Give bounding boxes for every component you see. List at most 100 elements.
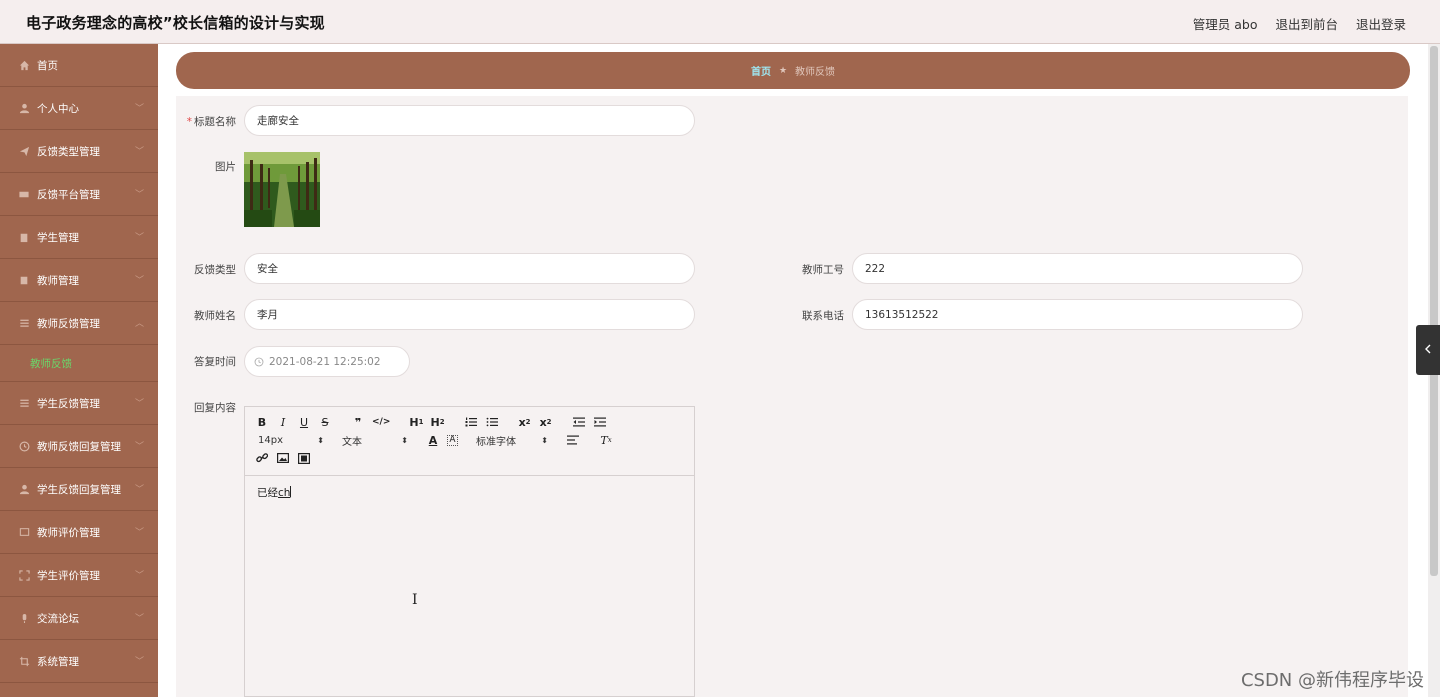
teacher-no-input[interactable]: 222 [852, 253, 1303, 284]
sidebar-item-label: 学生评价管理 [37, 569, 100, 582]
phone-value: 13613512522 [865, 308, 939, 321]
sidebar-item-system-mgmt[interactable]: 系统管理 ﹀ [0, 640, 158, 683]
logout-link[interactable]: 退出登录 [1356, 14, 1406, 33]
sidebar-item-label: 反馈平台管理 [37, 188, 100, 201]
feedback-type-value: 安全 [257, 263, 278, 275]
sidebar-item-student-feedback-mgmt[interactable]: 学生反馈管理 ﹀ [0, 382, 158, 425]
reply-time-picker[interactable]: 2021-08-21 12:25:02 [244, 346, 410, 377]
image-label: 图片 [215, 161, 236, 173]
sidebar-item-forum[interactable]: 交流论坛 ﹀ [0, 597, 158, 640]
select-arrows-icon: ⬍ [317, 435, 324, 445]
select-arrows-icon: ⬍ [401, 435, 408, 445]
chevron-left-icon [1424, 344, 1432, 357]
sidebar-item-student-reply-mgmt[interactable]: 学生反馈回复管理 ﹀ [0, 468, 158, 511]
breadcrumb: 首页 ★ 教师反馈 [176, 52, 1410, 89]
link-icon[interactable] [255, 450, 269, 466]
sidebar-item-teacher-reply-mgmt[interactable]: 教师反馈回复管理 ﹀ [0, 425, 158, 468]
chevron-down-icon: ﹀ [134, 657, 144, 667]
blockquote-button[interactable]: ❞ [351, 414, 365, 430]
chevron-down-icon: ﹀ [134, 528, 144, 538]
clock-icon [18, 440, 30, 452]
sidebar-item-student-mgmt[interactable]: 学生管理 ﹀ [0, 216, 158, 259]
feedback-image[interactable] [244, 152, 320, 227]
align-left-icon[interactable] [566, 432, 580, 448]
font-size-select[interactable]: 14px ⬍ [258, 435, 324, 446]
feedback-type-input[interactable]: 安全 [244, 253, 695, 284]
heading1-button[interactable]: H1 [409, 414, 423, 430]
sidebar-item-label: 教师反馈管理 [37, 317, 100, 330]
text-style-select[interactable]: 文本 ⬍ [342, 433, 408, 448]
scrollbar-thumb[interactable] [1430, 46, 1438, 576]
outdent-icon[interactable] [572, 414, 586, 430]
sidebar-item-teacher-feedback-mgmt[interactable]: 教师反馈管理 ︿ [0, 302, 158, 345]
phone-input[interactable]: 13613512522 [852, 299, 1303, 330]
watermark: CSDN @新伟程序毕设 [1240, 670, 1424, 691]
sidebar-item-label: 个人中心 [37, 102, 79, 115]
sidebar-item-label: 交流论坛 [37, 612, 79, 625]
teacher-no-label: 教师工号 [802, 264, 844, 276]
crop-icon [18, 655, 30, 667]
sidebar-item-label: 教师管理 [37, 274, 79, 287]
code-block-button[interactable]: </> [372, 414, 390, 430]
sidebar-item-personal-center[interactable]: 个人中心 ﹀ [0, 87, 158, 130]
chevron-down-icon: ﹀ [134, 485, 144, 495]
sidebar-item-feedback-type[interactable]: 反馈类型管理 ﹀ [0, 130, 158, 173]
sidebar-subitem-teacher-feedback[interactable]: 教师反馈 [0, 345, 158, 382]
ordered-list-icon[interactable] [464, 414, 478, 430]
indent-icon[interactable] [593, 414, 607, 430]
font-family-value: 标准字体 [476, 436, 516, 448]
phone-label: 联系电话 [802, 310, 844, 322]
sidebar-item-feedback-platform[interactable]: 反馈平台管理 ﹀ [0, 173, 158, 216]
breadcrumb-home[interactable]: 首页 [751, 63, 771, 78]
clear-format-button[interactable]: Tx [599, 432, 613, 448]
sidebar-item-label: 教师反馈回复管理 [37, 440, 121, 453]
chevron-down-icon: ﹀ [134, 190, 144, 200]
chevron-down-icon: ﹀ [134, 104, 144, 114]
superscript-button[interactable]: x2 [539, 414, 553, 430]
admin-user-link[interactable]: 管理员 abo [1193, 14, 1258, 33]
sidebar-item-teacher-eval-mgmt[interactable]: 教师评价管理 ﹀ [0, 511, 158, 554]
strike-button[interactable]: S [318, 414, 332, 430]
text-cursor-icon: I [412, 592, 418, 608]
italic-button[interactable]: I [276, 414, 290, 430]
top-bar: 电子政务理念的高校”校长信箱的设计与实现 管理员 abo 退出到前台 退出登录 [0, 0, 1440, 44]
sidebar: 首页 个人中心 ﹀ 反馈类型管理 ﹀ 反馈平台管理 ﹀ 学生管理 ﹀ 教师管理 … [0, 44, 158, 697]
bold-button[interactable]: B [255, 414, 269, 430]
video-icon[interactable] [297, 450, 311, 466]
side-panel-toggle[interactable] [1416, 325, 1440, 375]
chevron-down-icon: ﹀ [134, 147, 144, 157]
teacher-name-input[interactable]: 李月 [244, 299, 695, 330]
feedback-type-label: 反馈类型 [194, 264, 236, 276]
underline-button[interactable]: U [297, 414, 311, 430]
book-icon [18, 274, 30, 286]
top-links: 管理员 abo 退出到前台 退出登录 [1193, 14, 1406, 33]
teacher-name-label: 教师姓名 [194, 310, 236, 322]
sidebar-item-student-eval-mgmt[interactable]: 学生评价管理 ﹀ [0, 554, 158, 597]
editor-text: 已经 [257, 487, 278, 499]
home-icon [18, 59, 30, 71]
exit-to-front-link[interactable]: 退出到前台 [1275, 14, 1338, 33]
bullet-list-icon[interactable] [485, 414, 499, 430]
clock-icon [254, 357, 264, 367]
text-style-value: 文本 [342, 436, 362, 448]
heading2-button[interactable]: H2 [430, 414, 444, 430]
editor-content[interactable]: 已经ch [245, 476, 694, 509]
sidebar-item-label: 首页 [37, 59, 58, 72]
chevron-down-icon: ﹀ [134, 442, 144, 452]
font-color-button[interactable]: A [426, 432, 440, 448]
image-icon[interactable] [276, 450, 290, 466]
sidebar-item-home[interactable]: 首页 [0, 44, 158, 87]
title-input[interactable]: 走廊安全 [244, 105, 695, 136]
user-icon [18, 102, 30, 114]
sidebar-item-teacher-mgmt[interactable]: 教师管理 ﹀ [0, 259, 158, 302]
sidebar-item-label: 学生管理 [37, 231, 79, 244]
font-family-select[interactable]: 标准字体 ⬍ [476, 433, 548, 448]
title-label: * 标题名称 [176, 114, 236, 129]
star-separator-icon: ★ [778, 65, 788, 76]
background-color-button[interactable]: A [447, 434, 458, 446]
clipboard-icon [18, 231, 30, 243]
ticket-icon [18, 188, 30, 200]
required-asterisk: * [186, 116, 192, 128]
subscript-button[interactable]: x2 [518, 414, 532, 430]
chevron-up-icon: ︿ [134, 319, 144, 329]
